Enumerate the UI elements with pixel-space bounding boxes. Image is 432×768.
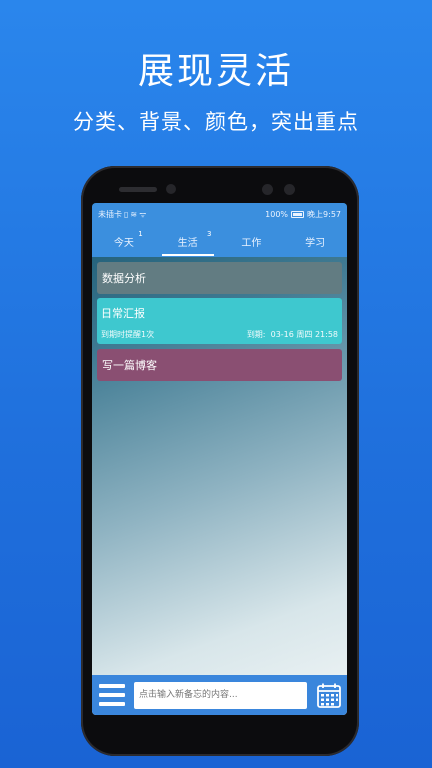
note-title: 写一篇博客 <box>102 359 157 372</box>
tab-badge: 3 <box>207 230 212 238</box>
note-item[interactable]: 数据分析 <box>97 262 342 294</box>
promo-subline: 分类、背景、颜色，突出重点 <box>73 110 359 134</box>
note-due-date: 03-16 周四 21:58 <box>270 330 338 339</box>
tab-label: 生活 <box>177 237 198 249</box>
note-due: 到期: 03-16 周四 21:58 <box>247 329 338 340</box>
note-title: 日常汇报 <box>101 307 145 320</box>
note-due-label: 到期: <box>246 330 266 339</box>
bottom-bar <box>92 675 347 715</box>
clock: 晚上9:57 <box>307 209 341 219</box>
status-right: 100% 晚上9:57 <box>265 209 341 220</box>
tab-work[interactable]: 工作 <box>220 225 284 257</box>
status-left: 未插卡 ▯ ≋ ᯤ <box>98 209 146 220</box>
wifi-icon: ≋ <box>130 209 138 219</box>
battery-icon <box>291 210 305 218</box>
note-item[interactable]: 写一篇博客 <box>97 349 342 381</box>
tab-label: 学习 <box>305 237 326 249</box>
carrier-label: 未插卡 <box>98 209 122 219</box>
tab-label: 工作 <box>241 237 262 249</box>
note-title: 数据分析 <box>102 272 146 285</box>
tab-badge: 1 <box>138 230 143 238</box>
calendar-icon[interactable] <box>317 683 341 708</box>
menu-icon[interactable] <box>99 684 125 706</box>
status-bar: 未插卡 ▯ ≋ ᯤ 100% 晚上9:57 <box>92 203 347 225</box>
tab-label: 今天 <box>113 237 134 249</box>
new-note-input[interactable] <box>134 681 307 709</box>
phone-sensor <box>262 184 273 195</box>
battery-percent: 100% <box>265 209 289 219</box>
note-meta: 到期时提醒1次 到期: 03-16 周四 21:58 <box>101 329 338 340</box>
tab-study[interactable]: 学习 <box>283 225 347 257</box>
app-screen: 未插卡 ▯ ≋ ᯤ 100% 晚上9:57 今天 1 生活 3 工作 学习 数据… <box>92 203 347 715</box>
sim-icon: ▯ <box>124 209 129 219</box>
tab-today[interactable]: 今天 1 <box>92 225 156 257</box>
tab-life[interactable]: 生活 3 <box>156 225 220 257</box>
phone-sensor <box>284 184 295 195</box>
note-item[interactable]: 日常汇报 到期时提醒1次 到期: 03-16 周四 21:58 <box>97 298 342 344</box>
category-tabs: 今天 1 生活 3 工作 学习 <box>92 225 347 257</box>
note-reminder: 到期时提醒1次 <box>101 330 155 339</box>
promo-headline: 展现灵活 <box>137 51 294 92</box>
phone-camera <box>166 184 176 194</box>
phone-speaker <box>119 187 157 192</box>
signal-icon: ᯤ <box>139 209 147 219</box>
